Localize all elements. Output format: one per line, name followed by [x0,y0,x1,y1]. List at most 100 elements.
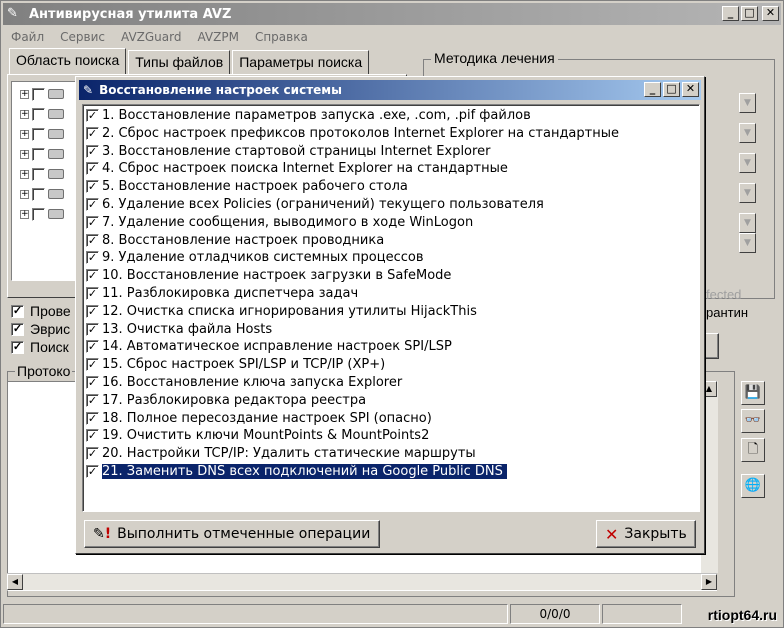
dialog-minimize-button[interactable]: _ [644,82,661,97]
restore-option-row[interactable]: ✓ 9. Удаление отладчиков системных процес… [86,249,424,266]
dialog-close-button[interactable]: ✕ Закрыть [596,520,696,548]
restore-option-checkbox[interactable]: ✓ [86,447,99,461]
dropdown-arrow-icon[interactable]: ▼ [739,183,756,203]
scroll-left-button[interactable]: ◀ [7,574,23,590]
check-row-1[interactable]: ✓ Прове [11,303,71,319]
restore-options-list[interactable]: ✓ 1. Восстановление параметров запуска .e… [82,104,700,512]
restore-option-row[interactable]: ✓ 13. Очистка файла Hosts [86,321,272,338]
restore-option-row[interactable]: ✓ 4. Сброс настроек поиска Internet Explo… [86,160,508,177]
save-log-icon[interactable]: 💾 [741,381,765,405]
restore-option-row[interactable]: ✓ 11. Разблокировка диспетчера задач [86,285,358,302]
restore-option-checkbox[interactable]: ✓ [86,215,99,229]
tab-search-area[interactable]: Область поиска [9,48,127,74]
restore-option-row[interactable]: ✓ 12. Очистка списка игнорирования утилит… [86,303,477,320]
tab-file-types[interactable]: Типы файлов [128,50,231,74]
restore-option-checkbox[interactable]: ✓ [86,233,99,247]
menu-avzpm[interactable]: AVZPM [189,30,246,44]
restore-option-checkbox[interactable]: ✓ [86,162,99,176]
restore-option-label: 15. Сброс настроек SPI/LSP и TCP/IP (XP+… [102,357,386,373]
restore-option-row[interactable]: ✓ 16. Восстановление ключа запуска Explor… [86,374,402,391]
tree-item[interactable]: + [20,186,64,202]
status-panel-main [3,604,508,624]
restore-option-label: 1. Восстановление параметров запуска .ex… [102,108,531,123]
dialog-maximize-button[interactable]: □ [663,82,680,97]
menu-service[interactable]: Сервис [52,30,113,44]
restore-option-row[interactable]: ✓ 8. Восстановление настроек проводника [86,232,384,249]
tree-item[interactable]: + [20,146,64,162]
restore-option-checkbox[interactable]: ✓ [86,393,99,407]
restore-option-checkbox[interactable]: ✓ [86,144,99,158]
run-selected-button[interactable]: ✎! Выполнить отмеченные операции [84,520,380,548]
restore-option-row[interactable]: ✓ 1. Восстановление параметров запуска .e… [86,107,531,124]
restore-option-checkbox[interactable]: ✓ [86,465,99,478]
status-panel-extra [602,604,682,624]
check-row-3[interactable]: ✓ Поиск [11,339,69,355]
restore-option-label: 20. Настройки TCP/IP: Удалить статически… [102,446,476,462]
dropdown-arrow-icon[interactable]: ▼ [739,153,756,173]
dialog-close-x-button[interactable]: ✕ [682,82,699,97]
tree-item[interactable]: + [20,86,64,102]
restore-option-row[interactable]: ✓ 19. Очистить ключи MountPoints & MountP… [86,427,429,444]
restore-option-checkbox[interactable]: ✓ [86,109,99,122]
tab-search-params[interactable]: Параметры поиска [232,50,370,74]
restore-option-checkbox[interactable]: ✓ [86,376,99,389]
restore-option-checkbox[interactable]: ✓ [86,429,99,443]
menu-file[interactable]: Файл [3,30,52,44]
drive-icon [48,209,64,219]
run-button-label: Выполнить отмеченные операции [117,526,371,542]
restore-option-checkbox[interactable]: ✓ [86,251,99,265]
watermark-text: rtiopt64.ru [707,607,777,623]
infected-option-label: fected [706,287,742,302]
restore-option-label: 13. Очистка файла Hosts [102,321,273,337]
network-globe-icon[interactable]: 🌐 [741,474,765,498]
restore-option-label: 16. Восстановление ключа запуска Explore… [102,375,403,390]
restore-option-label: 7. Удаление сообщения, выводимого в ходе… [102,214,474,230]
check-row-2[interactable]: ✓ Эврис [11,321,70,337]
restore-option-checkbox[interactable]: ✓ [86,287,99,300]
restore-option-checkbox[interactable]: ✓ [86,322,99,336]
menu-avzguard[interactable]: AVZGuard [113,30,189,44]
restore-option-row[interactable]: ✓ 21. Заменить DNS всех подключений на Go… [86,463,508,480]
close-button[interactable]: ✕ [762,6,779,21]
restore-option-row[interactable]: ✓ 20. Настройки TCP/IP: Удалить статическ… [86,445,476,462]
restore-option-row[interactable]: ✓ 10. Восстановление настроек загрузки в … [86,267,451,284]
drive-tree[interactable]: + + + + + + + [11,81,81,281]
dropdown-arrow-icon[interactable]: ▼ [739,213,756,233]
tree-item[interactable]: + [20,106,64,122]
restore-option-checkbox[interactable]: ✓ [86,304,99,318]
dropdown-arrow-icon[interactable]: ▼ [739,123,756,143]
restore-option-checkbox[interactable]: ✓ [86,358,99,372]
restore-option-checkbox[interactable]: ✓ [86,411,99,425]
restore-option-row[interactable]: ✓ 17. Разблокировка редактора реестра [86,392,366,409]
restore-option-checkbox[interactable]: ✓ [86,180,99,194]
maximize-button[interactable]: □ [741,6,758,21]
partial-button[interactable] [705,333,719,359]
restore-option-row[interactable]: ✓ 18. Полное пересоздание настроек SPI (о… [86,410,432,427]
restore-option-label: 21. Заменить DNS всех подключений на Goo… [101,463,508,480]
restore-option-checkbox[interactable]: ✓ [86,198,99,211]
new-log-icon[interactable]: 🗋 [741,438,765,462]
restore-option-row[interactable]: ✓ 6. Удаление всех Policies (ограничений)… [86,196,544,213]
view-log-icon[interactable]: 👓 [741,409,765,433]
restore-option-row[interactable]: ✓ 5. Восстановление настроек рабочего сто… [86,178,408,195]
tree-item[interactable]: + [20,126,64,142]
scroll-right-button[interactable]: ▶ [701,574,717,590]
dropdown-arrow-icon[interactable]: ▼ [739,93,756,113]
main-titlebar: ✎ Антивирусная утилита AVZ _ □ ✕ [3,3,781,25]
dropdown-arrow-icon[interactable]: ▼ [739,233,756,253]
restore-option-row[interactable]: ✓ 15. Сброс настроек SPI/LSP и TCP/IP (XP… [86,356,385,373]
restore-option-row[interactable]: ✓ 7. Удаление сообщения, выводимого в ход… [86,214,473,231]
restore-option-row[interactable]: ✓ 2. Сброс настроек префиксов протоколов … [86,125,619,142]
check-label: Прове [30,303,71,319]
restore-option-checkbox[interactable]: ✓ [86,126,99,140]
minimize-button[interactable]: _ [722,6,739,21]
restore-option-checkbox[interactable]: ✓ [86,340,99,354]
tree-item[interactable]: + [20,166,64,182]
restore-option-row[interactable]: ✓ 14. Автоматическое исправление настроек… [86,338,452,355]
restore-option-checkbox[interactable]: ✓ [86,269,99,283]
log-horizontal-scrollbar[interactable]: ◀ ▶ [7,573,717,590]
restore-option-row[interactable]: ✓ 3. Восстановление стартовой страницы In… [86,143,490,160]
drive-icon [48,149,64,159]
menu-help[interactable]: Справка [247,30,316,44]
tree-item[interactable]: + [20,206,64,222]
